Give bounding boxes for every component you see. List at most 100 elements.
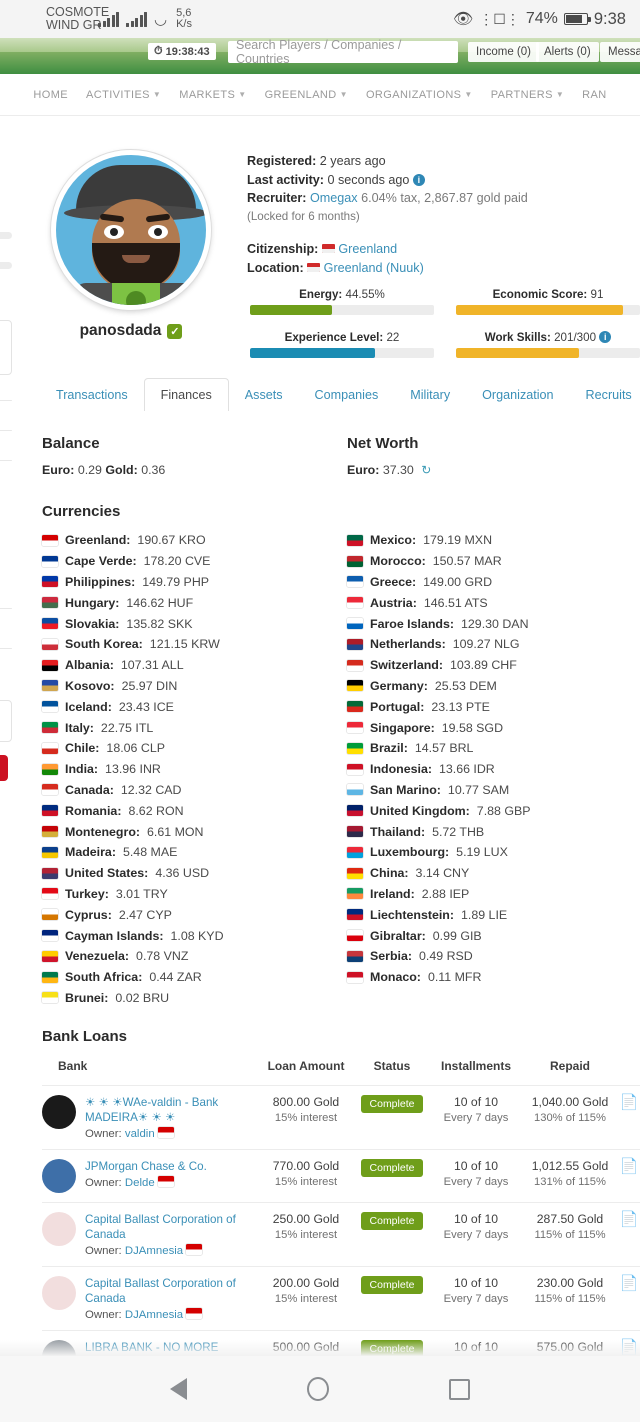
bank-avatar[interactable] [42, 1212, 76, 1246]
income-button[interactable]: Income (0) [468, 42, 539, 62]
bank-avatar[interactable] [42, 1276, 76, 1310]
currency-amount: 14.57 BRL [414, 741, 474, 756]
currency-item: Portugal: 23.13 PTE [347, 696, 637, 717]
currency-amount: 129.30 DAN [461, 616, 529, 631]
tab-assets[interactable]: Assets [229, 379, 299, 411]
nav-item-greenland[interactable]: GREENLAND ▼ [265, 89, 348, 101]
bank-name-link[interactable]: JPMorgan Chase & Co. [85, 1160, 207, 1173]
location-row: Location: Greenland (Nuuk) [247, 260, 424, 275]
nav-item-partners[interactable]: PARTNERS ▼ [491, 89, 564, 101]
currency-amount: 1.89 LIE [461, 907, 508, 922]
currency-amount: 179.19 MXN [423, 533, 493, 548]
info-icon[interactable]: i [599, 331, 612, 343]
tab-military[interactable]: Military [394, 379, 466, 411]
currency-item: Montenegro: 6.61 MON [42, 821, 332, 842]
balance-section: Balance Euro: 0.29 Gold: 0.36 [42, 435, 165, 477]
currency-amount: 5.72 THB [432, 824, 485, 839]
recruiter-link[interactable]: Omegax [310, 191, 358, 205]
currency-item: India: 13.96 INR [42, 759, 332, 780]
currency-country: Brunei: [65, 990, 109, 1005]
tab-transactions[interactable]: Transactions [40, 379, 144, 411]
status-badge: Complete [360, 1212, 424, 1230]
currency-country: Gibraltar: [370, 928, 426, 943]
alerts-button[interactable]: Alerts (0) [536, 42, 599, 62]
document-icon[interactable]: 📄 [620, 1211, 639, 1228]
currency-amount: 12.32 CAD [120, 782, 182, 797]
stat-economic-score: Economic Score: 91 [456, 288, 640, 315]
country-flag-icon [42, 638, 58, 650]
bank-name-link[interactable]: Capital Ballast Corporation of Canada [85, 1277, 236, 1305]
bank-avatar[interactable] [42, 1159, 76, 1193]
info-icon[interactable]: i [412, 173, 425, 186]
owner-link[interactable]: DJAmnesia [125, 1309, 183, 1321]
progress-track [456, 348, 640, 358]
clock-icon: ⏱ [154, 45, 163, 57]
game-top-bar: ⏱ 19:38:43 Search Players / Companies / … [0, 38, 640, 74]
currency-country: Italy: [65, 720, 94, 735]
citizenship-row: Citizenship: Greenland [247, 242, 398, 256]
currency-amount: 10.77 SAM [447, 782, 510, 797]
currency-country: Philippines: [65, 574, 136, 589]
currency-country: Greece: [370, 574, 417, 589]
currency-item: Cyprus: 2.47 CYP [42, 904, 332, 925]
repaid-percent: 115% of 115% [534, 1293, 606, 1305]
back-button[interactable] [170, 1378, 187, 1400]
bank-owner: Owner: valdin [85, 1127, 258, 1140]
installment-frequency: Every 7 days [443, 1176, 509, 1188]
currency-amount: 8.62 RON [128, 803, 184, 818]
currency-item: Switzerland: 103.89 CHF [347, 655, 637, 676]
search-input[interactable]: Search Players / Companies / Countries [228, 38, 458, 66]
tab-finances[interactable]: Finances [143, 378, 229, 411]
bank-avatar[interactable] [42, 1095, 76, 1129]
nav-item-organizations[interactable]: ORGANIZATIONS ▼ [366, 89, 473, 101]
currency-item: Venezuela: 0.78 VNZ [42, 946, 332, 967]
country-flag-icon [347, 638, 363, 650]
owner-link[interactable]: Delde [125, 1177, 155, 1189]
offscreen-stub [0, 700, 12, 742]
currency-amount: 18.06 CLP [106, 741, 165, 756]
progress-fill [250, 348, 376, 358]
document-icon[interactable]: 📄 [620, 1094, 639, 1111]
avatar[interactable] [51, 150, 211, 310]
carrier-line-2: WIND GR [46, 18, 102, 32]
chevron-down-icon: ▼ [238, 90, 247, 99]
installments: 10 of 10 [453, 1159, 499, 1173]
owner-link[interactable]: DJAmnesia [125, 1245, 183, 1257]
tab-companies[interactable]: Companies [299, 379, 395, 411]
android-nav-bar [0, 1356, 640, 1422]
progress-track [250, 348, 434, 358]
nav-item-markets[interactable]: MARKETS ▼ [179, 89, 246, 101]
bank-name-link[interactable]: ☀ ☀ ☀WAe-valdin - Bank MADEIRA☀ ☀ ☀ [85, 1096, 218, 1124]
currency-amount: 1.08 KYD [170, 928, 224, 943]
bank-name-link[interactable]: Capital Ballast Corporation of Canada [85, 1213, 236, 1241]
tab-organization[interactable]: Organization [466, 379, 569, 411]
loan-amount: 800.00 Gold [272, 1095, 340, 1109]
country-flag-icon [347, 971, 363, 983]
country-flag-icon [42, 950, 58, 962]
owner-flag-icon [157, 1127, 174, 1138]
document-icon[interactable]: 📄 [620, 1158, 639, 1175]
nav-item-rankings[interactable]: RAN [582, 89, 606, 101]
currency-item: Serbia: 0.49 RSD [347, 946, 637, 967]
currency-item: Indonesia: 13.66 IDR [347, 759, 637, 780]
refresh-icon[interactable]: ↻ [421, 463, 431, 477]
installments: 10 of 10 [453, 1212, 499, 1226]
registered-row: Registered: 2 years ago [247, 154, 386, 168]
nav-item-activities[interactable]: ACTIVITIES ▼ [86, 89, 161, 101]
tab-recruits[interactable]: Recruits [570, 379, 640, 411]
progress-fill [456, 348, 580, 358]
country-flag-icon [42, 992, 58, 1004]
currency-item: Faroe Islands: 129.30 DAN [347, 613, 637, 634]
messages-button[interactable]: Message [600, 42, 640, 62]
recents-button[interactable] [449, 1378, 470, 1400]
currency-country: Chile: [65, 741, 100, 756]
country-flag-icon [42, 659, 58, 671]
home-button[interactable] [307, 1377, 329, 1401]
bank-owner: Owner: Delde [85, 1176, 207, 1189]
country-flag-icon [347, 555, 363, 567]
document-icon[interactable]: 📄 [620, 1275, 639, 1292]
owner-link[interactable]: valdin [125, 1128, 155, 1140]
offscreen-stub [0, 262, 12, 269]
nav-item-home[interactable]: HOME [33, 89, 68, 101]
country-flag-icon [42, 618, 58, 630]
